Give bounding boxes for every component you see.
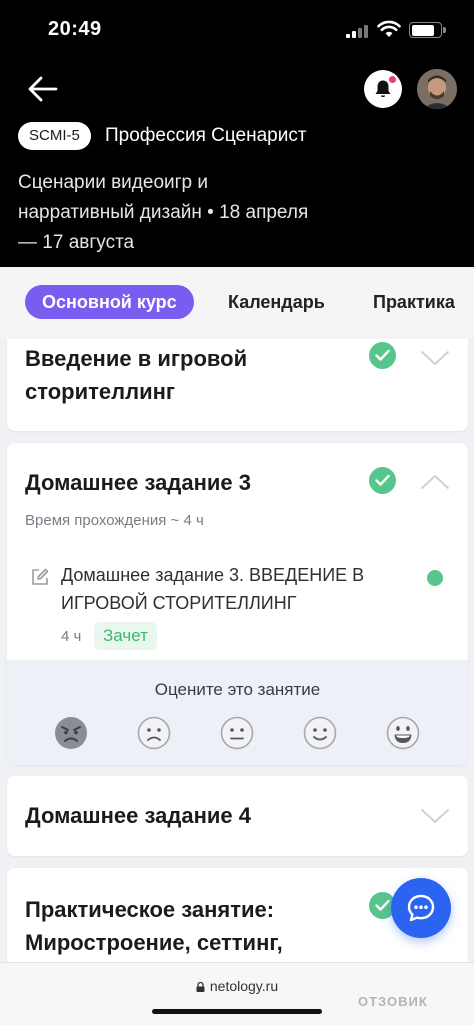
module-title: Практическое занятие: Миростроение, сетт… [25, 897, 283, 955]
avatar-image [417, 69, 457, 109]
course-title: Профессия Сценарист [105, 125, 307, 146]
home-indicator [152, 1009, 322, 1014]
tab-calendar[interactable]: Календарь [228, 285, 325, 319]
battery-cap [443, 27, 446, 33]
status-bar: 20:49 [0, 0, 474, 60]
neutral-face-icon[interactable] [220, 716, 254, 750]
module-title: Введение в игровой сторителлинг [25, 346, 248, 404]
lesson-link[interactable]: Домашнее задание 3. ВВЕДЕНИЕ В ИГРОВОЙ С… [61, 561, 416, 617]
tab-bar: Основной курс Календарь Практика [0, 267, 474, 339]
chevron-up-icon[interactable] [420, 473, 450, 491]
wifi-icon [377, 20, 401, 37]
sad-face-icon[interactable] [137, 716, 171, 750]
tab-practice[interactable]: Практика [373, 285, 455, 319]
tab-main-course[interactable]: Основной курс [25, 285, 194, 319]
module-title[interactable]: Домашнее задание 3 [25, 466, 251, 499]
rating-panel: Оцените это занятие [7, 660, 468, 765]
battery-icon [409, 22, 442, 38]
rating-label: Оцените это занятие [154, 680, 321, 699]
completed-check-icon [369, 342, 396, 369]
notifications-button[interactable] [364, 70, 402, 108]
lesson-status-dot [427, 570, 443, 586]
module-card-homework-4[interactable]: Домашнее задание 4 [7, 776, 468, 856]
status-badge: Зачет [94, 622, 157, 650]
edit-icon [32, 568, 49, 585]
watermark: ОТЗОВИК [358, 994, 428, 1009]
course-code-badge: SCMI-5 [18, 122, 91, 150]
chat-bubble-icon [407, 894, 435, 922]
chevron-down-icon[interactable] [420, 807, 450, 825]
course-header: SCMI-5 Профессия Сценарист Сценарии виде… [0, 60, 474, 267]
course-description: Сценарии видеоигр и нарративный дизайн •… [18, 172, 309, 253]
time-estimate: Время прохождения ~ 4 ч [25, 512, 204, 529]
back-arrow-icon[interactable] [26, 74, 60, 104]
url-text: netology.ru [209, 978, 279, 994]
module-card-homework-3: Домашнее задание 3 Время прохождения ~ 4… [7, 443, 468, 765]
lock-icon [196, 982, 205, 992]
status-time: 20:49 [48, 18, 102, 40]
grin-face-icon[interactable] [386, 716, 420, 750]
user-avatar[interactable] [417, 69, 457, 109]
completed-check-icon [369, 467, 396, 494]
url-bar[interactable]: netology.ru [0, 978, 474, 994]
browser-bar: netology.ru ОТЗОВИК [0, 962, 474, 1025]
lesson-duration: 4 ч [61, 628, 82, 645]
module-title: Домашнее задание 4 [25, 803, 251, 828]
chevron-down-icon[interactable] [420, 349, 450, 367]
module-card-intro[interactable]: Введение в игровой сторителлинг [7, 339, 468, 431]
signal-icon [346, 24, 370, 38]
angry-face-icon[interactable] [54, 716, 88, 750]
smile-face-icon[interactable] [303, 716, 337, 750]
chat-button[interactable] [391, 878, 451, 938]
notification-badge [387, 74, 398, 85]
